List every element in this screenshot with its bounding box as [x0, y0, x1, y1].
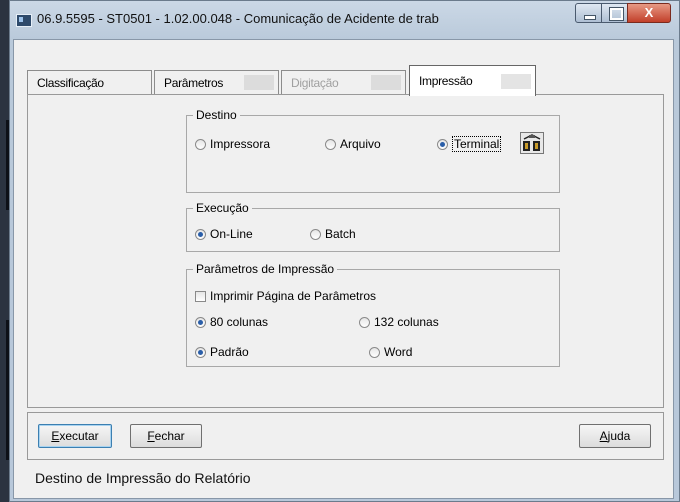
tab-classificacao[interactable]: Classificação	[27, 70, 152, 94]
tab-parametros[interactable]: Parâmetros	[154, 70, 279, 94]
radio-arquivo[interactable]: Arquivo	[325, 137, 381, 151]
ajuda-label: juda	[607, 429, 631, 443]
printer-setup-icon	[523, 134, 541, 151]
title-bar[interactable]: 06.9.5595 - ST0501 - 1.02.00.048 - Comun…	[10, 1, 679, 39]
minimize-icon	[584, 15, 596, 20]
radio-batch[interactable]: Batch	[310, 227, 356, 241]
radio-label: 80 colunas	[210, 315, 269, 329]
parametros-impressao-legend: Parâmetros de Impressão	[193, 262, 338, 276]
radio-132-colunas[interactable]: 132 colunas	[359, 315, 439, 329]
radio-indicator	[369, 347, 380, 358]
radio-indicator	[437, 139, 448, 150]
radio-label: On-Line	[210, 227, 253, 241]
app-icon[interactable]	[16, 14, 32, 27]
tab-label: Impressão	[419, 74, 473, 88]
tab-impressao[interactable]: Impressão	[409, 65, 536, 96]
radio-indicator	[195, 229, 206, 240]
parametros-impressao-group: Parâmetros de Impressão Imprimir Página …	[186, 262, 560, 367]
close-icon: X	[644, 5, 654, 20]
executar-label: xecutar	[59, 429, 99, 443]
executar-button[interactable]: Executar	[38, 424, 112, 448]
button-bar: Executar Fechar Ajuda	[27, 412, 664, 460]
imprimir-parametros-checkbox[interactable]: Imprimir Página de Parâmetros	[195, 289, 376, 303]
ajuda-mnemonic: A	[599, 429, 608, 443]
tab-shade	[371, 75, 401, 90]
radio-label: Word	[384, 345, 413, 359]
fechar-label: echar	[154, 429, 185, 443]
maximize-button[interactable]	[601, 3, 628, 23]
checkbox-indicator	[195, 291, 206, 302]
maximize-icon	[609, 7, 624, 21]
tab-label: Parâmetros	[164, 76, 224, 90]
radio-label: Terminal	[452, 136, 502, 152]
window-frame: 06.9.5595 - ST0501 - 1.02.00.048 - Comun…	[9, 0, 680, 502]
radio-online[interactable]: On-Line	[195, 227, 253, 241]
radio-indicator	[359, 317, 370, 328]
radio-impressora[interactable]: Impressora	[195, 137, 270, 151]
tab-label: Classificação	[37, 76, 104, 90]
tab-digitacao: Digitação	[281, 70, 406, 94]
tab-shade	[244, 75, 274, 90]
radio-label: Padrão	[210, 345, 249, 359]
destino-group: Destino Impressora Arquivo Terminal	[186, 108, 560, 193]
impressao-panel: Destino Impressora Arquivo Terminal Exec…	[27, 94, 664, 408]
ajuda-button[interactable]: Ajuda	[579, 424, 651, 448]
execucao-group: Execução On-Line Batch	[186, 201, 560, 252]
fechar-mnemonic: F	[147, 429, 155, 443]
checkbox-label: Imprimir Página de Parâmetros	[210, 289, 377, 303]
radio-indicator	[195, 317, 206, 328]
radio-label: 132 colunas	[374, 315, 439, 329]
close-button[interactable]: X	[627, 3, 671, 23]
status-bar: Destino de Impressão do Relatório	[27, 464, 664, 494]
radio-label: Batch	[325, 227, 356, 241]
radio-indicator	[195, 347, 206, 358]
radio-indicator	[195, 139, 206, 150]
radio-indicator	[325, 139, 336, 150]
minimize-button[interactable]	[575, 3, 602, 23]
radio-80-colunas[interactable]: 80 colunas	[195, 315, 268, 329]
printer-setup-button[interactable]	[520, 132, 544, 154]
destino-legend: Destino	[193, 108, 240, 122]
radio-indicator	[310, 229, 321, 240]
tab-label: Digitação	[291, 76, 339, 90]
dialog-client-area: Classificação Parâmetros Digitação Impre…	[13, 39, 674, 499]
fechar-button[interactable]: Fechar	[130, 424, 202, 448]
tab-shade	[501, 74, 531, 89]
radio-padrao[interactable]: Padrão	[195, 345, 249, 359]
execucao-legend: Execução	[193, 201, 252, 215]
radio-terminal[interactable]: Terminal	[437, 136, 502, 152]
window-title: 06.9.5595 - ST0501 - 1.02.00.048 - Comun…	[37, 11, 439, 26]
radio-word[interactable]: Word	[369, 345, 412, 359]
application-window: 06.9.5595 - ST0501 - 1.02.00.048 - Comun…	[0, 0, 680, 502]
status-text: Destino de Impressão do Relatório	[35, 470, 251, 486]
radio-label: Impressora	[210, 137, 271, 151]
radio-label: Arquivo	[340, 137, 381, 151]
